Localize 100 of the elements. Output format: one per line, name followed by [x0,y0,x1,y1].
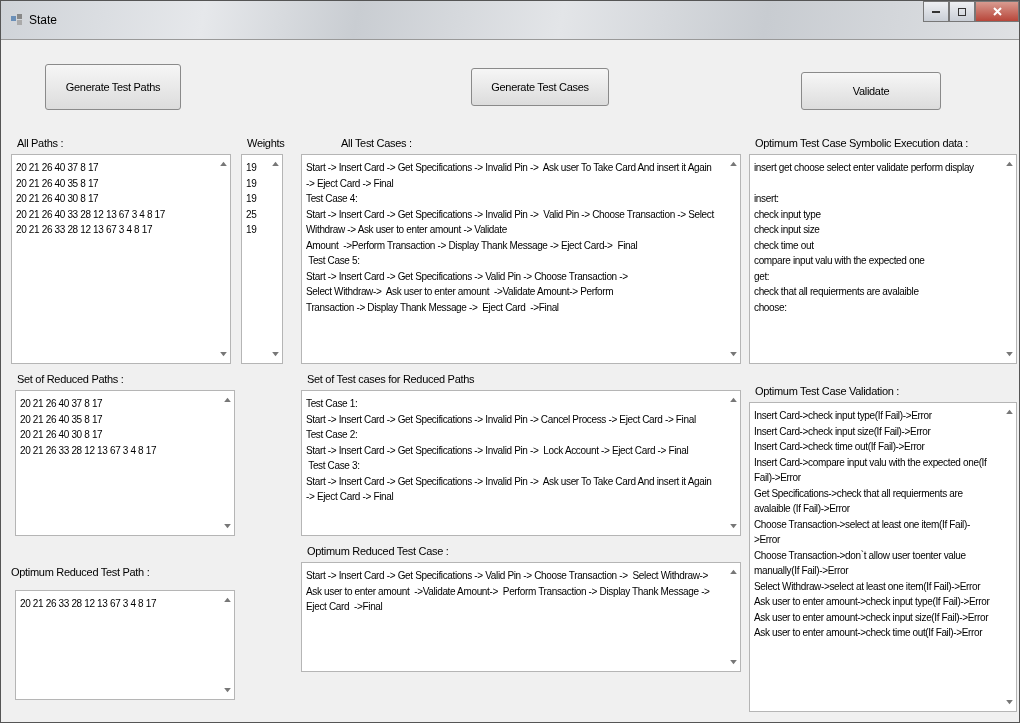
reduced-test-cases-field[interactable] [301,390,741,536]
scroll-down-arrow-icon[interactable] [729,352,737,357]
scroll-up-arrow-icon[interactable] [729,569,737,574]
validation-field[interactable] [749,402,1017,712]
scroll-down-arrow-icon[interactable] [1005,352,1013,357]
text-line: Start -> Insert Card -> Get Specifications -> Invalid Pin -> Ask user To Take Card And insert it Again [306,474,713,489]
text-line: Start -> Insert Card -> Get Specifications -> Invalid Pin -> Valid Pin -> Choose Transaction -> Select [306,207,715,222]
weights-list[interactable]: 19 19 19 25 19 [241,154,283,364]
scroll-down-arrow-icon[interactable] [223,524,231,529]
text-line: Start -> Insert Card -> Get Specifications -> Invalid Pin -> Lock Account -> Eject Card -> Final [306,443,690,458]
scroll-up-arrow-icon[interactable] [223,597,231,602]
maximize-button[interactable] [949,1,975,22]
scroll-down-arrow-icon[interactable] [1005,700,1013,705]
text-line: compare input valu with the expected one [754,254,926,268]
text-line: 20 21 26 33 28 12 13 67 3 4 8 17 [20,443,158,458]
close-icon [992,7,1002,16]
text-line: check that all requierments are avalaible [754,285,920,299]
text-line: Select Withdraw-> Ask user to enter amount ->Validate Amount-> Perform [306,285,615,299]
text-line: Ask user to enter amount ->Validate Amount-> Perform Transaction -> Display Thank Message -> [306,584,711,599]
action-button[interactable]: Generate Test Cases [471,68,609,106]
text-line: Choose Transaction->don`t allow user toenter value [754,548,967,563]
text-line: Eject Card ->Final [306,600,384,614]
text-line: 20 21 26 40 30 8 17 [16,192,100,206]
text-line: >Error [754,533,781,547]
text-line: 25 [246,207,258,222]
text-line: avalaible (If Fail)->Error [754,502,851,516]
text-line: Start -> Insert Card -> Get Specifications -> Invalid Pin -> Cancel Process -> Eject Card -> Final [306,412,697,427]
scroll-up-arrow-icon[interactable] [223,397,231,402]
text-line: Test Case 1: [306,397,359,411]
text-line: 20 21 26 40 33 28 12 13 67 3 4 8 17 [16,207,166,222]
scroll-down-arrow-icon[interactable] [271,352,279,357]
text-line: Choose Transaction->select at least one item(If Fail)- [754,517,971,532]
field-label: All Test Cases : [340,136,413,151]
window-icon [11,14,23,26]
text-line: Test Case 3: [307,459,361,473]
scroll-up-arrow-icon[interactable] [1005,161,1013,166]
field-label: Optimum Test Case Symbolic Execution data : [754,136,970,151]
optimum-path-field[interactable]: 20 21 26 33 28 12 13 67 3 4 8 17 [15,590,235,700]
action-button[interactable]: Validate [801,72,941,110]
scroll-down-arrow-icon[interactable] [729,660,737,665]
text-line: Insert Card->check input type(If Fail)->Error [754,409,933,423]
text-line: 20 21 26 40 35 8 17 [20,412,104,427]
scroll-up-arrow-icon[interactable] [271,161,279,166]
text-line: Transaction -> Display Thank Message -> Eject Card ->Final [306,300,560,315]
text-line: Test Case 5: [307,254,361,268]
field-label: Set of Test cases for Reduced Paths [306,372,476,387]
field-label: Optimum Reduced Test Case : [306,544,450,559]
text-line: Insert Card->compare input valu with the expected one(If [754,455,988,470]
text-line: Test Case 4: [306,192,359,206]
reduced-paths-list[interactable]: 20 21 26 40 37 8 17 20 21 26 40 35 8 17 20 21 26 40 30 8 17 20 21 26 33 28 12 13 67 3 4 8 17 [15,390,235,536]
paths-list[interactable]: 20 21 26 40 37 8 17 20 21 26 40 35 8 17 20 21 26 40 30 8 17 20 21 26 40 33 28 12 13 67 3 4 8 17 20 21 26 33 28 12 13 67 3 4 8 17 [11,154,231,364]
window-title: State [29,13,58,27]
field-label: Optimum Test Case Validation : [754,384,901,399]
text-line: Start -> Insert Card -> Get Specifications -> Valid Pin -> Choose Transaction -> Select Withdraw-> [306,569,710,583]
field-label: Optimum Reduced Test Path : [11,565,151,580]
test-cases-field[interactable] [301,154,741,364]
text-line: manually(If Fail)->Error [754,564,850,578]
scroll-up-arrow-icon[interactable] [729,161,737,166]
text-line: Withdraw -> Ask user to enter amount -> Validate [306,223,508,237]
text-line: check input size [754,223,821,237]
text-line: 20 21 26 40 35 8 17 [16,176,100,191]
maximize-icon [958,7,966,16]
text-line: Ask user to enter amount->check input type(If Fail)->Error [754,595,991,609]
text-line: Amount ->Perform Transaction -> Display Thank Message -> Eject Card-> Final [306,238,639,253]
field-label: Weights [246,136,283,151]
text-line: 19 [246,192,258,206]
field-label: Set of Reduced Paths : [16,372,125,387]
text-line: Test Case 2: [306,428,359,442]
symbolic-execution-field[interactable] [749,154,1017,364]
text-line: Ask user to enter amount->check time out(If Fail)->Error [754,626,984,640]
optimum-test-case-field[interactable] [301,562,741,672]
text-line: Insert Card->check time out(If Fail)->Error [754,440,926,454]
text-line: -> Eject Card -> Final [306,490,395,504]
text-line: Ask user to enter amount->check input size(If Fail)->Error [754,610,990,625]
scroll-up-arrow-icon[interactable] [1005,409,1013,414]
minimize-button[interactable] [923,1,949,22]
text-line: Start -> Insert Card -> Get Specifications -> Valid Pin -> Choose Transaction -> [306,269,629,284]
close-button[interactable] [975,1,1019,22]
text-line: insert get choose select enter validate perform display [754,161,975,175]
text-line: 20 21 26 40 30 8 17 [20,428,104,442]
scroll-up-arrow-icon[interactable] [219,161,227,166]
text-line: 20 21 26 40 37 8 17 [20,397,104,411]
text-line: 19 [246,176,258,191]
text-line: Insert Card->check input size(If Fail)->Error [754,424,932,439]
text-line: Fail)->Error [754,471,802,485]
text-line: 19 [246,223,258,237]
action-button[interactable]: Generate Test Paths [45,64,181,110]
scroll-down-arrow-icon[interactable] [729,524,737,529]
scroll-down-arrow-icon[interactable] [219,352,227,357]
text-line: choose: [754,300,788,315]
text-line: Get Specifications->check that all requierments are [754,486,964,501]
scroll-up-arrow-icon[interactable] [729,397,737,402]
text-line: Select Withdraw->select at least one item(If Fail)->Error [754,579,982,594]
text-line: insert: [754,192,780,206]
text-line: 20 21 26 33 28 12 13 67 3 4 8 17 [16,223,154,237]
field-label: All Paths : [16,136,65,151]
text-line: 20 21 26 33 28 12 13 67 3 4 8 17 [20,597,158,611]
text-line: 20 21 26 40 37 8 17 [16,161,100,175]
text-line: 19 [246,161,258,175]
scroll-down-arrow-icon[interactable] [223,688,231,693]
